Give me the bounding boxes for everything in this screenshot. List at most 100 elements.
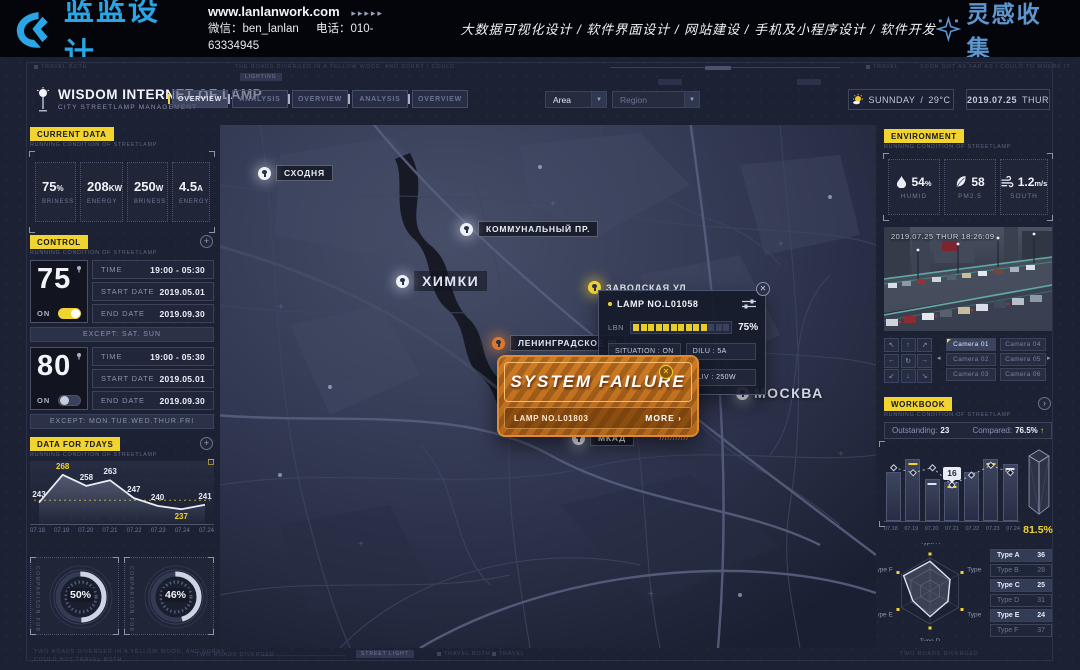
dpad-button-2[interactable]: ↗: [917, 338, 932, 352]
stat-briness-pct: 75% BRINESS: [35, 162, 76, 222]
map-pin-kommunalny[interactable]: КОММУНАЛЬНЫЙ ПР.: [460, 221, 598, 237]
camera-01-button[interactable]: Camera 01: [946, 338, 996, 351]
schedule-1-toggle[interactable]: [58, 308, 81, 319]
workbook-x-label: 07.23: [986, 526, 1000, 532]
env-pm25: 58 PM2.5: [944, 159, 996, 215]
water-drop-icon: [896, 175, 907, 188]
type-a-row[interactable]: Type A36: [990, 549, 1052, 562]
schedule-1-time-row: TIME19:00 - 05:30: [92, 260, 214, 279]
camera-04-button[interactable]: Camera 04: [1000, 338, 1046, 351]
dpad-button-7[interactable]: ↓: [901, 369, 916, 383]
outstanding-label: Outstanding:: [892, 426, 937, 435]
lbn-percent: 75%: [738, 322, 758, 333]
add-schedule-button[interactable]: +: [200, 235, 213, 248]
date-widget: 2019.07.25 THUR: [966, 89, 1050, 110]
region-select[interactable]: Region ▼: [612, 91, 700, 108]
type-b-row[interactable]: Type B28: [990, 564, 1052, 577]
tab-overview-1[interactable]: OVERVIEW: [172, 90, 228, 108]
workbook-badge: WORKBOOK: [884, 397, 952, 411]
camera-03-button[interactable]: Camera 03: [946, 368, 996, 381]
camera-05-button[interactable]: Camera 05: [1000, 353, 1046, 366]
camera-06-button[interactable]: Camera 06: [1000, 368, 1046, 381]
deco-bottom-4: TRAVEL BOTH: [437, 651, 490, 657]
lbn-segment: [648, 324, 654, 331]
control-subtitle: RUNNING CONDITION OF STREETLAMP: [30, 250, 157, 256]
schedule-2-level-box: 80 ON: [30, 347, 88, 410]
map-pin-skhodnya[interactable]: СХОДНЯ: [258, 165, 333, 181]
trend-x-label: 07.23: [151, 528, 166, 534]
map-pin-khimki[interactable]: ХИМКИ: [396, 271, 487, 291]
chevron-down-icon[interactable]: ▼: [591, 92, 606, 107]
weather-sep: /: [920, 95, 923, 105]
prev-camera-arrow[interactable]: ◂: [937, 354, 941, 362]
schedule-2-time-row: TIME19:00 - 05:30: [92, 347, 214, 366]
tab-overview-3[interactable]: OVERVIEW: [412, 90, 468, 108]
control-badge: CONTROL: [30, 235, 88, 249]
lanlan-logo-icon: [12, 9, 56, 49]
svg-text:Type B: Type B: [967, 567, 982, 574]
tab-overview-2[interactable]: OVERVIEW: [292, 90, 348, 108]
lbn-segment: [693, 324, 699, 331]
sliders-icon[interactable]: [742, 299, 756, 309]
workbook-stats: Outstanding:23 Compared:76.5% ↑: [884, 422, 1052, 439]
type-f-row[interactable]: Type F37: [990, 624, 1052, 637]
camera-02-button[interactable]: Camera 02: [946, 353, 996, 366]
chevron-down-icon[interactable]: ▼: [684, 92, 699, 107]
lbn-segment: [663, 324, 669, 331]
system-failure-popup: ✕ SYSTEM FAILURE LAMP NO.L01803 MORE › /…: [497, 355, 699, 437]
hazard-stripes-decor: ///////////: [660, 436, 689, 442]
dpad-button-5[interactable]: →: [917, 354, 932, 368]
svg-text:+: +: [278, 302, 284, 313]
area-select[interactable]: Area ▼: [545, 91, 607, 108]
lbn-segment: [678, 324, 684, 331]
dpad-button-6[interactable]: ↙: [884, 369, 899, 383]
compared-value: 76.5%: [1015, 426, 1038, 435]
website-url[interactable]: www.lanlanwork.com: [208, 4, 340, 19]
type-d-row[interactable]: Type D31: [990, 594, 1052, 607]
workbook-bar-chart: 16: [884, 444, 1020, 522]
contact-block: www.lanlanwork.com ▸▸▸▸▸ 微信：ben_lanlan 电…: [208, 2, 429, 56]
status-dot: [608, 302, 612, 306]
close-icon[interactable]: ✕: [659, 365, 673, 379]
dpad-button-0[interactable]: ↖: [884, 338, 899, 352]
deco-mini-tag: [658, 79, 682, 85]
trend-x-label: 07.19: [54, 528, 69, 534]
expand-trend-button[interactable]: +: [200, 437, 213, 450]
trend-x-label: 07.21: [102, 528, 117, 534]
trend-line-chart: 243268258263247240237241: [30, 461, 214, 525]
tab-tick: [228, 94, 230, 104]
dpad-button-1[interactable]: ↑: [901, 338, 916, 352]
close-icon[interactable]: ✕: [756, 282, 770, 296]
deco-top-left: TRAVEL BOTH: [34, 64, 87, 70]
next-camera-arrow[interactable]: ▸: [1047, 354, 1051, 362]
lbn-segment: [723, 324, 729, 331]
tab-analysis-2[interactable]: ANALYSIS: [352, 90, 408, 108]
trend-value-label: 258: [73, 473, 99, 482]
lamp-pin-icon: [396, 275, 409, 288]
trend-x-label: 07.20: [78, 528, 93, 534]
trend-subtitle: RUNNING CONDITION OF STREETLAMP: [30, 452, 157, 458]
schedule-2-end-row: END DATE2019.09.30: [92, 391, 214, 410]
deco-top-right: SOON GOT AS FAR AS I COULD TO WHERE IT: [920, 64, 1071, 70]
workbook-next-button[interactable]: ›: [1038, 397, 1051, 410]
screen: { "banner": { "logo_text": "蓝蓝设计", "webs…: [0, 0, 1080, 670]
more-button[interactable]: MORE ›: [645, 413, 682, 423]
schedule-1-start-row: START DATE2019.05.01: [92, 282, 214, 301]
env-wind: 1.2m/s SOUTH: [1000, 159, 1048, 215]
collection-badge[interactable]: 灵感收集: [936, 0, 1062, 63]
type-c-row[interactable]: Type C25: [990, 579, 1052, 592]
workbook-marker-line: [884, 444, 1020, 522]
schedule-2-toggle[interactable]: [58, 395, 81, 406]
bar-tooltip: 16: [943, 467, 961, 480]
dpad-button-8[interactable]: ↘: [917, 369, 932, 383]
dpad-button-3[interactable]: ←: [884, 354, 899, 368]
camera-feed[interactable]: 2019.07.25 THUR 18:26:09: [884, 227, 1052, 331]
city-map[interactable]: +++ +++ СХОДНЯ КОММУНАЛЬНЫЙ ПР. ХИМКИ ЗА…: [220, 125, 876, 648]
type-e-row[interactable]: Type E24: [990, 609, 1052, 622]
lamp-id: LAMP NO.L01058: [617, 299, 737, 309]
schedule-1-except: EXCEPT: SAT. SUN: [30, 327, 214, 342]
stat-energy-a: 4.5A ENERGY: [172, 162, 210, 222]
on-label: ON: [37, 396, 50, 405]
dpad-button-4[interactable]: ↻: [901, 354, 916, 368]
tab-analysis-1[interactable]: ANALYSIS: [232, 90, 288, 108]
